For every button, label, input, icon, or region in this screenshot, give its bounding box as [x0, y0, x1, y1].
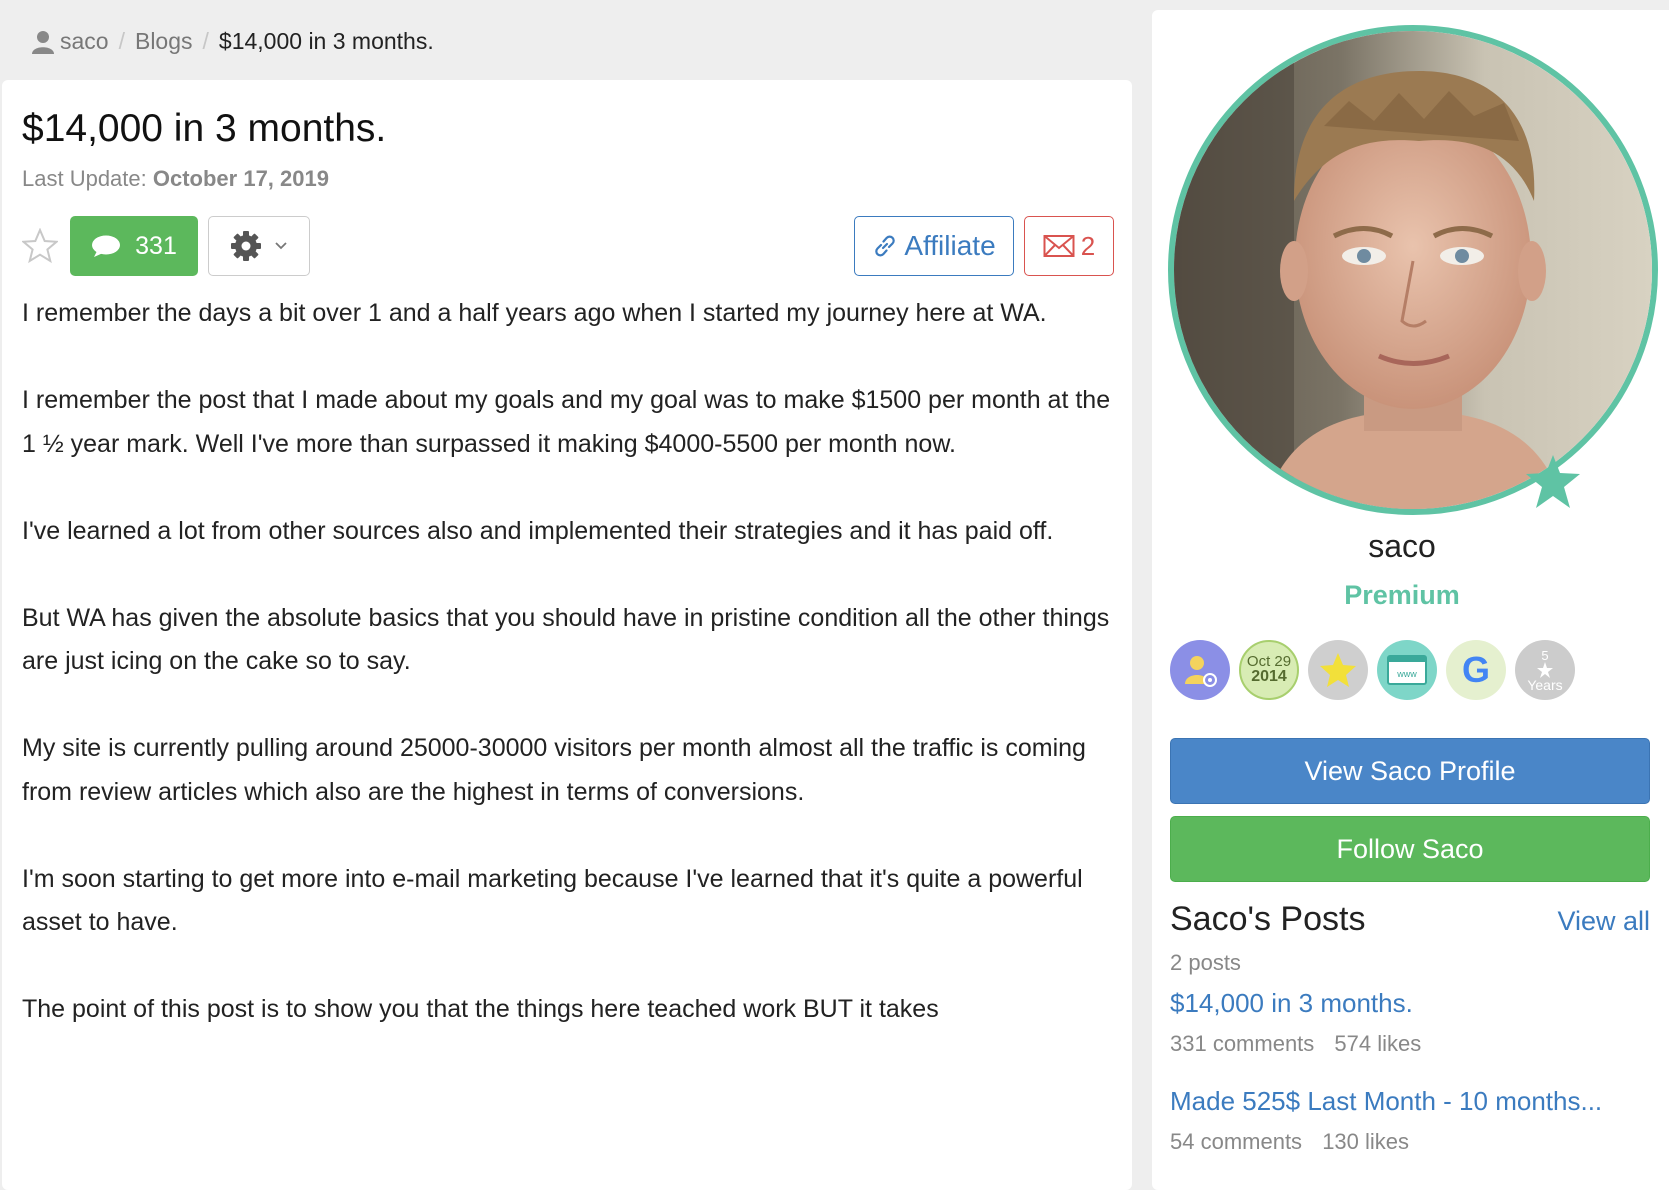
sidebar-post-item: $14,000 in 3 months. 331 comments 574 li…	[1170, 988, 1660, 1057]
years-badge[interactable]: 5 Years	[1515, 640, 1575, 700]
sidebar-post-comments: 331 comments	[1170, 1031, 1315, 1056]
avatar-photo	[1174, 31, 1652, 509]
star-icon[interactable]	[22, 228, 58, 264]
last-update-label: Last Update:	[22, 166, 147, 191]
post-toolbar: 331 Affiliate 2	[22, 216, 1114, 276]
follow-button[interactable]: Follow Saco	[1170, 816, 1650, 882]
avatar-container	[1168, 25, 1658, 515]
years-star-icon	[1537, 661, 1553, 678]
view-profile-button[interactable]: View Saco Profile	[1170, 738, 1650, 804]
settings-dropdown[interactable]	[208, 216, 310, 276]
post-card: $14,000 in 3 months. Last Update: Octobe…	[2, 80, 1132, 1190]
years-badge-number: 5	[1541, 647, 1549, 663]
sidebar-post-likes: 574 likes	[1334, 1031, 1422, 1056]
website-badge-icon[interactable]: www	[1377, 640, 1437, 700]
sidebar-post-comments: 54 comments	[1170, 1129, 1303, 1154]
post-paragraph: I've learned a lot from other sources al…	[22, 516, 1054, 545]
breadcrumb-separator: /	[118, 28, 125, 54]
post-paragraph: I remember the days a bit over 1 and a h…	[22, 299, 1047, 327]
last-update: Last Update: October 17, 2019	[22, 166, 329, 192]
sidebar-post-link[interactable]: $14,000 in 3 months.	[1170, 988, 1660, 1019]
link-icon	[875, 235, 896, 257]
years-badge-label: Years	[1527, 676, 1563, 693]
author-name[interactable]: saco	[1152, 528, 1652, 565]
last-update-date: October 17, 2019	[152, 166, 329, 191]
user-icon	[32, 30, 54, 54]
page-title: $14,000 in 3 months.	[22, 107, 387, 150]
chevron-down-icon	[275, 242, 287, 250]
membership-level: Premium	[1344, 580, 1460, 610]
messages-button[interactable]: 2	[1024, 216, 1114, 276]
post-paragraph: I'm soon starting to get more into e-mai…	[22, 864, 1083, 937]
star-badge-icon[interactable]	[1308, 640, 1368, 700]
breadcrumb-separator: /	[202, 28, 209, 54]
gear-icon	[231, 231, 261, 261]
post-paragraph: The point of this post is to show you th…	[22, 995, 939, 1023]
google-badge-icon[interactable]: G	[1446, 640, 1506, 700]
comments-count: 331	[135, 231, 177, 260]
posts-count: 2 posts	[1170, 950, 1241, 975]
join-date-badge[interactable]: Oct 29 2014	[1239, 640, 1299, 700]
comment-icon	[92, 235, 121, 257]
view-all-link[interactable]: View all	[1557, 906, 1650, 937]
sidebar-post-meta: 54 comments 130 likes	[1170, 1129, 1660, 1155]
author-sidebar: saco Premium Oct 29 2014 www G 5 Years V…	[1152, 10, 1669, 1190]
breadcrumb: saco / Blogs / $14,000 in 3 months.	[32, 28, 434, 55]
post-body: I remember the days a bit over 1 and a h…	[22, 292, 1112, 1075]
affiliate-label: Affiliate	[904, 230, 996, 261]
comments-button[interactable]: 331	[70, 216, 198, 276]
sidebar-post-meta: 331 comments 574 likes	[1170, 1031, 1660, 1057]
website-badge-text: www	[1396, 669, 1417, 679]
breadcrumb-user-link[interactable]: saco	[32, 28, 109, 55]
breadcrumb-blogs-link[interactable]: Blogs	[135, 28, 193, 55]
post-paragraph: My site is currently pulling around 2500…	[22, 734, 1086, 806]
sidebar-post-likes: 130 likes	[1322, 1129, 1410, 1154]
google-badge-letter: G	[1462, 650, 1490, 690]
envelope-icon	[1043, 235, 1075, 257]
join-date-year: 2014	[1251, 668, 1287, 686]
messages-count: 2	[1080, 230, 1096, 261]
breadcrumb-user-label: saco	[60, 28, 109, 54]
join-date-month: Oct 29	[1246, 652, 1292, 670]
post-paragraph: But WA has given the absolute basics tha…	[22, 603, 1110, 676]
breadcrumb-current: $14,000 in 3 months.	[218, 28, 434, 54]
post-paragraph: I remember the post that I made about my…	[22, 386, 1111, 458]
premium-star-icon	[1526, 455, 1580, 508]
user-settings-badge-icon[interactable]	[1170, 640, 1230, 700]
sidebar-post-item: Made 525$ Last Month - 10 months... 54 c…	[1170, 1086, 1660, 1155]
badges-row: Oct 29 2014 www G 5 Years	[1170, 640, 1575, 700]
affiliate-button[interactable]: Affiliate	[854, 216, 1014, 276]
sidebar-post-link[interactable]: Made 525$ Last Month - 10 months...	[1170, 1086, 1660, 1117]
author-posts-heading: Saco's Posts	[1170, 900, 1366, 938]
avatar[interactable]	[1168, 25, 1658, 515]
